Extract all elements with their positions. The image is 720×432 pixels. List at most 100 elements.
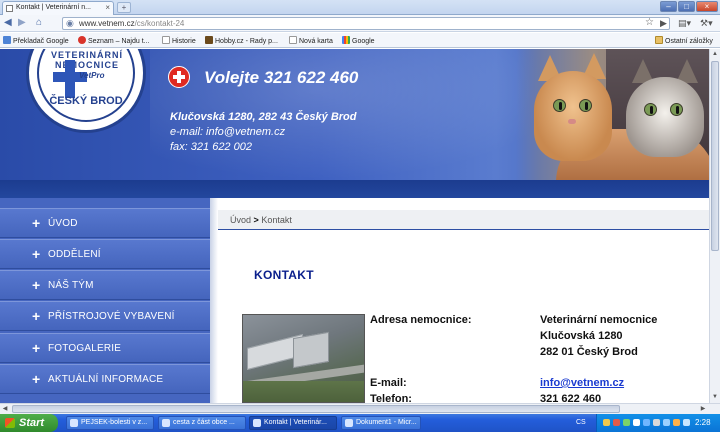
email-link[interactable]: info@vetnem.cz (540, 377, 624, 389)
header-address: Klučovská 1280, 282 43 Český Brod (170, 111, 357, 123)
header-bottom-band (0, 180, 709, 198)
bookmark-label: Seznam – Najdu t... (88, 38, 150, 45)
new-tab-button[interactable]: + (117, 2, 131, 13)
logo-top-text: VETERINÁRNÍ NEMOCNICE (50, 50, 123, 70)
scroll-down-icon[interactable]: ▼ (710, 392, 720, 402)
clock[interactable]: 2:28 (695, 417, 711, 429)
tray-icon[interactable] (633, 419, 640, 426)
breadcrumb-home-link[interactable]: Úvod (230, 215, 251, 225)
horizontal-scrollbar[interactable]: ◀ ▶ (0, 403, 720, 414)
translate-icon (3, 36, 11, 44)
star-icon[interactable]: ☆ (645, 17, 654, 29)
word-icon (345, 419, 353, 427)
breadcrumb: Úvod > Kontakt (230, 215, 292, 226)
volume-icon[interactable] (653, 419, 660, 426)
start-button[interactable]: Start (0, 414, 58, 432)
menu-item-fotogalerie[interactable]: + FOTOGALERIE (0, 333, 210, 363)
window-close-button[interactable]: × (696, 1, 718, 12)
photo-building (293, 331, 329, 369)
window-minimize-button[interactable]: – (660, 1, 677, 12)
menu-item-oddeleni[interactable]: + ODDĚLENÍ (0, 239, 210, 269)
url-text[interactable]: www.vetnem.cz/cs/kontakt-24 (79, 18, 184, 29)
page-icon (289, 36, 297, 44)
tray-icon[interactable] (643, 419, 650, 426)
kitten-eye (670, 103, 683, 116)
page-title: KONTAKT (254, 268, 314, 282)
breadcrumb-current: Kontakt (261, 215, 292, 225)
tray-icon[interactable] (623, 419, 630, 426)
bookmark-item[interactable]: Historie (162, 36, 196, 46)
page-menu-icon[interactable]: ▤▾ (678, 17, 691, 29)
tray-icon[interactable] (673, 419, 680, 426)
browser-tab-active[interactable]: Kontakt | Veterinární n... × (2, 1, 114, 15)
network-icon[interactable] (663, 419, 670, 426)
address-bar[interactable]: ◉ www.vetnem.cz/cs/kontakt-24 (62, 17, 670, 30)
menu-item-nas-tym[interactable]: + NÁŠ TÝM (0, 270, 210, 300)
wrench-icon[interactable]: ⚒▾ (700, 17, 713, 29)
sidebar-menu: + ÚVOD + ODDĚLENÍ + NÁŠ TÝM + PŘÍSTROJOV… (0, 198, 210, 403)
scroll-up-icon[interactable]: ▲ (710, 49, 720, 59)
taskbar-window-button[interactable]: Dokument1 - Micr... (341, 416, 421, 430)
tray-icon[interactable] (613, 419, 620, 426)
taskbar-window-label: PEJSEK-bolesti v z... (81, 419, 148, 426)
tray-icon[interactable] (603, 419, 610, 426)
plus-icon: + (32, 277, 41, 293)
browser-toolbar: ◀ ▶ ⌂ ◉ www.vetnem.cz/cs/kontakt-24 ☆ ▶ … (0, 15, 720, 32)
bookmark-item[interactable]: Nová karta (289, 36, 333, 46)
scroll-right-icon[interactable]: ▶ (698, 404, 708, 414)
other-bookmarks-label: Ostatní záložky (665, 38, 713, 45)
plus-icon: + (32, 215, 41, 231)
tab-close-icon[interactable]: × (105, 2, 110, 14)
bookmark-label: Nová karta (299, 38, 333, 45)
menu-item-label: FOTOGALERIE (48, 343, 122, 354)
chrome-icon (253, 419, 261, 427)
plus-icon: + (32, 308, 41, 324)
taskbar-window-label: Dokument1 - Micr... (356, 419, 417, 426)
vertical-scrollbar[interactable]: ▲ ▼ (709, 49, 720, 403)
clinic-logo[interactable]: VETERINÁRNÍ NEMOCNICE VetPro ČESKÝ BROD (26, 49, 146, 133)
bookmark-label: Překladač Google (13, 38, 69, 45)
tray-icon[interactable] (683, 419, 690, 426)
bookmark-item[interactable]: Seznam – Najdu t... (78, 36, 149, 46)
window-maximize-button[interactable]: □ (678, 1, 695, 12)
hobby-icon (205, 36, 213, 44)
windows-taskbar: Start PEJSEK-bolesti v z... cesta z část… (0, 414, 720, 432)
kitten-eye (553, 99, 566, 112)
home-icon[interactable]: ⌂ (36, 17, 42, 29)
scroll-left-icon[interactable]: ◀ (0, 404, 10, 414)
taskbar-window-button[interactable]: cesta z část obce ... (158, 416, 246, 430)
go-arrow-icon[interactable]: ▶ (660, 17, 667, 29)
ginger-kitten (534, 71, 612, 161)
email-label: E-mail: (370, 377, 407, 389)
content-panel-shadow (210, 198, 218, 403)
bookmark-label: Hobby.cz - Rady p... (215, 38, 278, 45)
browser-tab-bar: Kontakt | Veterinární n... × + – □ × (0, 0, 720, 15)
taskbar-window-button[interactable]: PEJSEK-bolesti v z... (66, 416, 154, 430)
bookmark-label: Historie (172, 38, 196, 45)
back-arrow-icon[interactable]: ◀ (4, 17, 12, 29)
horizontal-scroll-thumb[interactable] (12, 405, 620, 413)
kittens-photo (516, 49, 709, 180)
bookmark-item[interactable]: Google (342, 36, 375, 46)
menu-item-label: ODDĚLENÍ (48, 249, 101, 260)
ie-icon (70, 419, 78, 427)
vertical-scroll-thumb[interactable] (711, 61, 719, 251)
menu-item-label: PŘÍSTROJOVÉ VYBAVENÍ (48, 311, 175, 322)
ie-icon (162, 419, 170, 427)
forward-arrow-icon[interactable]: ▶ (18, 17, 26, 29)
other-bookmarks[interactable]: Ostatní záložky (655, 36, 713, 46)
bookmark-item[interactable]: Překladač Google (3, 36, 69, 46)
language-indicator[interactable]: CS (576, 417, 586, 429)
menu-item-aktualni-informace[interactable]: + AKTUÁLNÍ INFORMACE (0, 364, 210, 394)
taskbar-window-button-active[interactable]: Kontakt | Veterinár... (249, 416, 337, 430)
kitten-eye (579, 99, 592, 112)
bookmarks-bar: Překladač Google Seznam – Najdu t... His… (0, 33, 720, 48)
logo-brand: VetPro (79, 71, 105, 80)
menu-item-uvod[interactable]: + ÚVOD (0, 208, 210, 238)
breadcrumb-separator: > (253, 215, 259, 225)
globe-icon: ◉ (66, 18, 74, 28)
bookmark-item[interactable]: Hobby.cz - Rady p... (205, 36, 278, 46)
menu-item-pristrojove-vybaveni[interactable]: + PŘÍSTROJOVÉ VYBAVENÍ (0, 301, 210, 331)
taskbar-window-label: cesta z část obce ... (173, 419, 235, 426)
tab-title: Kontakt | Veterinární n... (16, 4, 91, 11)
